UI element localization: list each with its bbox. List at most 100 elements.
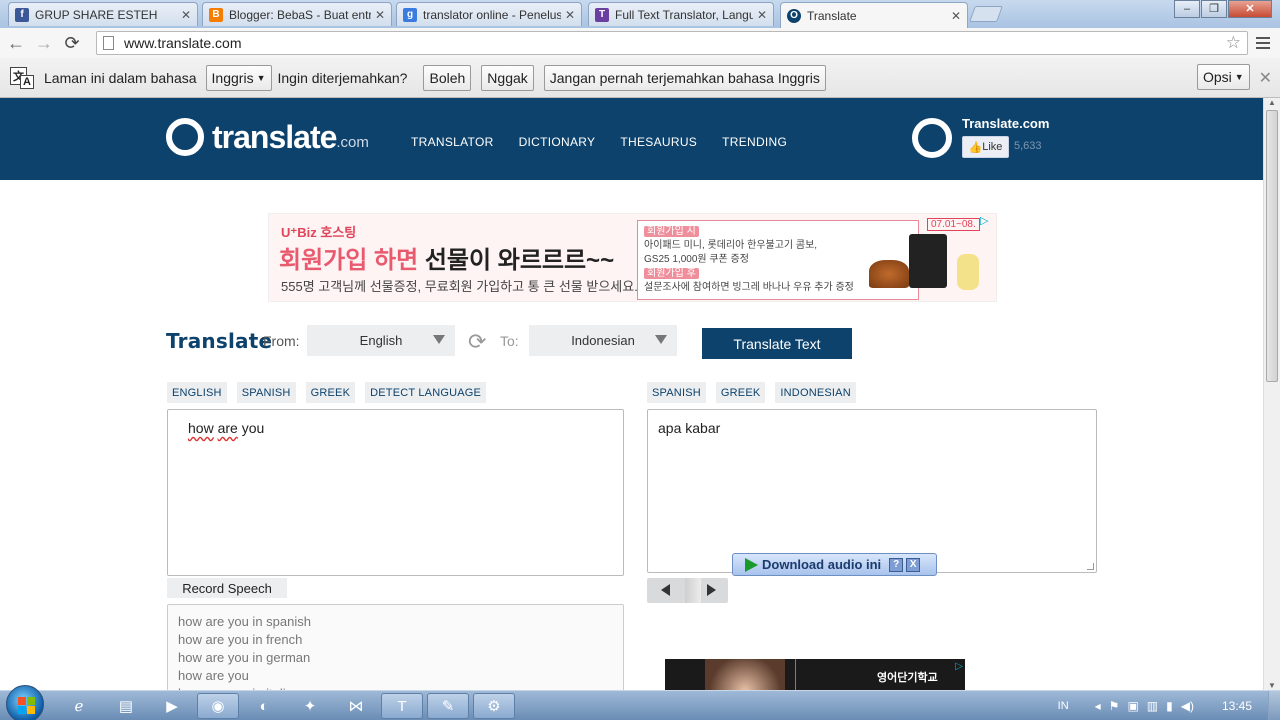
fb-page-name[interactable]: Translate.com [962, 116, 1049, 131]
explorer-icon[interactable]: ▤ [105, 693, 147, 719]
ad-product-image [869, 234, 989, 294]
browser-tab-active[interactable]: O Translate ✕ [780, 2, 968, 28]
page-scrollbar[interactable]: ▲ ▼ [1263, 98, 1280, 690]
browser-tab[interactable]: g translator online - Penelusu ✕ [396, 2, 582, 26]
browser-tab[interactable]: B Blogger: BebaS - Buat entri ✕ [202, 2, 392, 26]
bookmark-star-icon[interactable]: ☆ [1226, 33, 1241, 53]
maximize-icon[interactable]: ❐ [1201, 0, 1227, 18]
language-indicator[interactable]: IN [1058, 700, 1069, 712]
suggestion-item[interactable]: how are you in french [178, 631, 613, 649]
resize-handle[interactable] [1087, 563, 1094, 570]
chip-spanish[interactable]: SPANISH [647, 382, 706, 403]
site-logo[interactable]: translate .com [166, 118, 369, 156]
power-icon[interactable]: ▮ [1166, 699, 1173, 713]
chrome-menu-icon[interactable] [1256, 34, 1270, 52]
close-window-icon[interactable]: ✕ [1228, 0, 1272, 18]
close-tab-icon[interactable]: ✕ [375, 8, 385, 22]
suggestion-item[interactable]: how are you in spanish [178, 613, 613, 631]
back-icon[interactable]: ← [4, 33, 28, 54]
chip-greek[interactable]: GREEK [715, 382, 766, 403]
help-icon[interactable]: ? [889, 557, 904, 572]
fb-like-count: 5,633 [1014, 140, 1042, 152]
source-text-input[interactable]: how are you [167, 409, 624, 576]
ad-banner-bottom[interactable]: 영어단기학교 ▷ [665, 659, 965, 690]
close-icon[interactable]: X [906, 557, 921, 572]
suggestion-item[interactable]: how are you [178, 667, 613, 685]
start-button[interactable] [6, 685, 44, 720]
close-tab-icon[interactable]: ✕ [565, 8, 575, 22]
from-language-select[interactable]: English [307, 325, 455, 356]
address-bar[interactable]: www.translate.com ☆ [96, 31, 1248, 55]
scrollbar-thumb[interactable] [1266, 110, 1278, 382]
browser-tab-strip: f GRUP SHARE ESTEH ✕ B Blogger: BebaS - … [0, 0, 1280, 28]
page-icon [103, 36, 114, 50]
chrome-icon[interactable]: ◉ [197, 693, 239, 719]
paint-icon[interactable]: ✎ [427, 693, 469, 719]
close-infobar-icon[interactable]: ✕ [1259, 68, 1272, 88]
chip-indonesian[interactable]: INDONESIAN [775, 382, 856, 403]
scroll-down-icon[interactable]: ▼ [1268, 681, 1276, 690]
fb-like-button[interactable]: 👍 Like [962, 136, 1009, 158]
device-icon[interactable]: ▣ [1127, 699, 1138, 713]
chevron-down-icon [433, 335, 445, 344]
vs-icon[interactable]: ⋈ [335, 693, 377, 719]
close-tab-icon[interactable]: ✕ [181, 8, 191, 22]
show-desktop-button[interactable] [1268, 691, 1280, 720]
page-avatar-icon [912, 118, 952, 158]
nav-thesaurus[interactable]: THESAURUS [620, 135, 697, 149]
system-tray: IN ◂ ⚑ ▣ ▥ ▮ ◀) 13:45 [1058, 691, 1280, 720]
translated-text-output[interactable]: apa kabar [647, 409, 1097, 573]
window-controls: – ❐ ✕ [1173, 0, 1272, 18]
translate-yes-button[interactable]: Boleh [423, 64, 472, 91]
browser-toolbar: ← → ⟳ www.translate.com ☆ [0, 28, 1280, 58]
suggestions-list: how are you in spanish how are you in fr… [167, 604, 624, 694]
browser-tab[interactable]: T Full Text Translator, Langu ✕ [588, 2, 774, 26]
translate-text-button[interactable]: Translate Text [702, 328, 852, 359]
tool-icon[interactable]: ⚙ [473, 693, 515, 719]
swap-languages-icon[interactable]: ⟳ [468, 329, 486, 355]
scroll-up-icon[interactable]: ▲ [1268, 98, 1276, 107]
ad-subtext: 555명 고객님께 선물증정, 무료회원 가입하고 통 큰 선물 받으세요. [281, 279, 638, 294]
reload-icon[interactable]: ⟳ [60, 33, 84, 54]
chip-greek[interactable]: GREEK [305, 382, 356, 403]
app-icon[interactable]: ✦ [289, 693, 331, 719]
translator-app-icon[interactable]: T [381, 693, 423, 719]
suggestion-item[interactable]: how are you in german [178, 649, 613, 667]
nav-translator[interactable]: TRANSLATOR [411, 135, 494, 149]
translate-icon: 文 A [10, 66, 36, 89]
chip-english[interactable]: ENGLISH [167, 382, 227, 403]
flag-icon[interactable]: ⚑ [1109, 699, 1120, 713]
translate-title: Translate [166, 329, 273, 353]
new-tab-button[interactable] [969, 6, 1003, 22]
nav-dictionary[interactable]: DICTIONARY [519, 135, 596, 149]
download-audio-bar[interactable]: Download audio ini ? X [732, 553, 937, 576]
firefox-icon[interactable]: ◐ [243, 693, 285, 719]
close-tab-icon[interactable]: ✕ [951, 9, 961, 23]
adchoices-icon[interactable]: ▷ [955, 661, 963, 672]
network-icon[interactable]: ▥ [1147, 699, 1158, 713]
tray-arrow-icon[interactable]: ◂ [1095, 699, 1101, 713]
ad-offer-box: 회원가입 시 아이패드 미니, 롯데리아 한우불고기 콤보, GS25 1,00… [637, 220, 919, 300]
chip-spanish[interactable]: SPANISH [236, 382, 296, 403]
translate-no-button[interactable]: Nggak [481, 64, 534, 91]
previous-icon[interactable] [661, 584, 670, 596]
media-player-icon[interactable]: ▶ [151, 693, 193, 719]
never-translate-button[interactable]: Jangan pernah terjemahkan bahasa Inggris [543, 64, 826, 91]
close-tab-icon[interactable]: ✕ [757, 8, 767, 22]
volume-icon[interactable]: ◀) [1181, 699, 1194, 713]
chip-detect-language[interactable]: DETECT LANGUAGE [365, 382, 487, 403]
minimize-icon[interactable]: – [1174, 0, 1200, 18]
record-speech-button[interactable]: Record Speech [167, 578, 287, 598]
adchoices-icon[interactable]: ▷ [980, 214, 994, 228]
forward-icon[interactable]: → [32, 33, 56, 54]
play-icon[interactable] [707, 584, 716, 596]
browser-tab[interactable]: f GRUP SHARE ESTEH ✕ [8, 2, 198, 26]
ad-banner[interactable]: U⁺Biz 호스팅 회원가입 하면 선물이 와르르르~~ 555명 고객님께 선… [268, 213, 997, 302]
translate-infobar: 文 A Laman ini dalam bahasa Inggris ▼ Ingi… [0, 58, 1280, 98]
language-select[interactable]: Inggris ▼ [205, 64, 272, 91]
nav-trending[interactable]: TRENDING [722, 135, 787, 149]
to-language-select[interactable]: Indonesian [529, 325, 677, 356]
clock[interactable]: 13:45 [1222, 699, 1252, 713]
options-button[interactable]: Opsi ▼ [1197, 64, 1250, 90]
ie-icon[interactable]: ℯ [58, 693, 100, 719]
